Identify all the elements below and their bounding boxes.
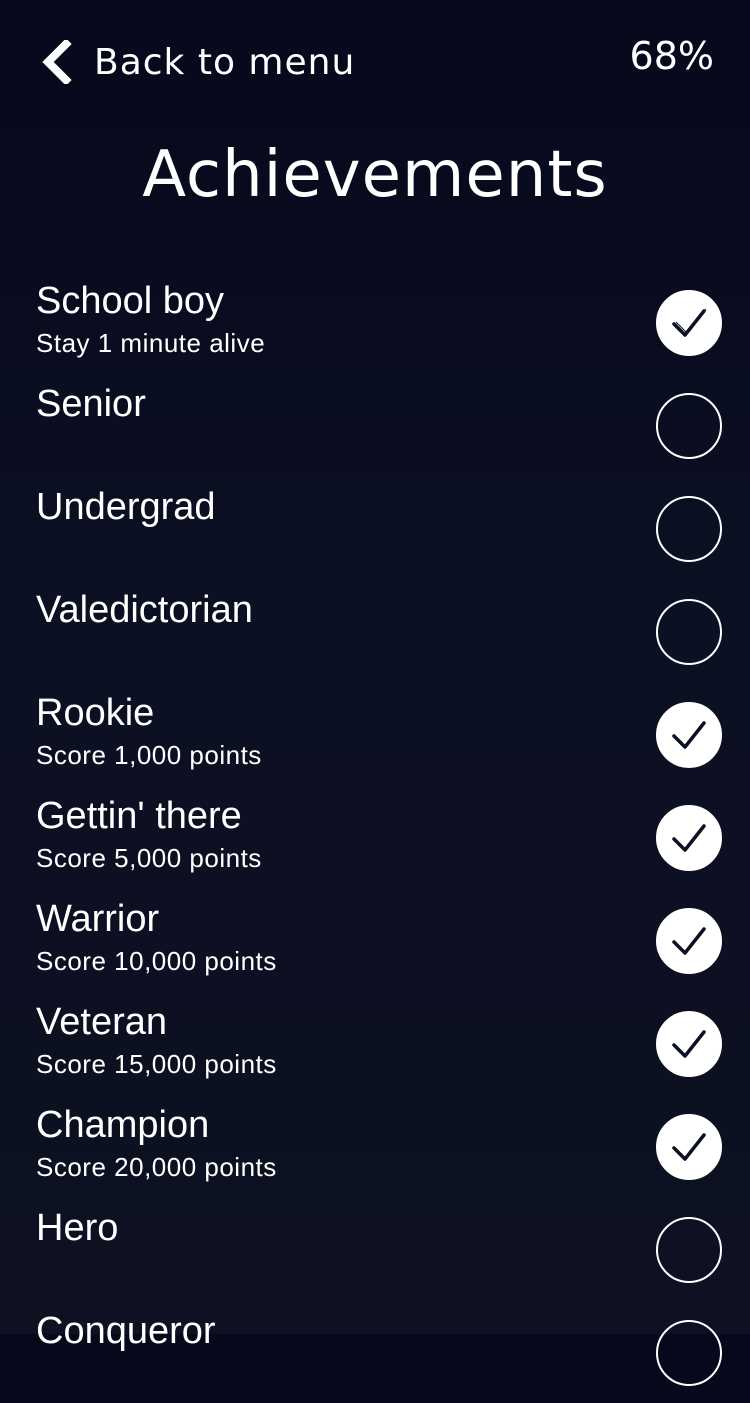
achievement-name: Gettin' there <box>36 795 242 837</box>
achievement-description: Score 15,000 points <box>36 1049 277 1079</box>
achievement-item: Conqueror <box>0 1300 750 1403</box>
checkmark-icon <box>672 927 706 955</box>
achievement-name: School boy <box>36 280 225 322</box>
achievement-name: Champion <box>36 1104 210 1146</box>
achievement-item: Senior <box>0 373 750 476</box>
page-title: Achievements <box>142 138 608 212</box>
achievement-item: Gettin' there Score 5,000 points <box>0 785 750 888</box>
achievement-item: Warrior Score 10,000 points <box>0 888 750 991</box>
achievement-status-icon <box>656 496 722 562</box>
checkmark-icon <box>672 824 706 852</box>
achievement-item: Hero <box>0 1197 750 1300</box>
achievement-status-icon <box>656 393 722 459</box>
achievement-status-icon <box>656 1217 722 1283</box>
achievement-name: Conqueror <box>36 1310 216 1352</box>
achievement-status-icon <box>656 805 722 871</box>
achievement-list: School boy Stay 1 minute alive Senior Un… <box>0 270 750 1403</box>
achievement-description: Score 10,000 points <box>36 946 277 976</box>
achievement-name: Hero <box>36 1207 119 1249</box>
achievement-item: School boy Stay 1 minute alive <box>0 270 750 373</box>
achievement-item: Undergrad <box>0 476 750 579</box>
achievement-status-icon <box>656 290 722 356</box>
achievement-item: Veteran Score 15,000 points <box>0 991 750 1094</box>
achievement-status-icon <box>656 599 722 665</box>
top-bar: Back to menu 68% <box>0 0 750 120</box>
checkmark-icon <box>672 1133 706 1161</box>
chevron-left-icon <box>38 40 78 84</box>
achievement-status-icon <box>656 702 722 768</box>
completion-percent: 68% <box>629 34 714 78</box>
achievement-status-icon <box>656 1114 722 1180</box>
achievement-status-icon <box>656 1011 722 1077</box>
checkmark-icon <box>672 308 707 337</box>
achievement-description: Score 5,000 points <box>36 843 262 873</box>
achievement-status-icon <box>656 1320 722 1386</box>
achievement-item: Champion Score 20,000 points <box>0 1094 750 1197</box>
back-to-menu-label: Back to menu <box>94 41 356 83</box>
achievement-description: Score 20,000 points <box>36 1152 277 1182</box>
achievement-name: Warrior <box>36 898 160 940</box>
checkmark-icon <box>672 1030 706 1058</box>
achievement-name: Veteran <box>36 1001 167 1043</box>
achievement-name: Valedictorian <box>36 589 253 631</box>
achievement-description: Stay 1 minute alive <box>36 328 266 358</box>
achievement-description: Score 1,000 points <box>36 740 262 770</box>
achievement-item: Rookie Score 1,000 points <box>0 682 750 785</box>
back-to-menu-button[interactable]: Back to menu <box>38 36 355 88</box>
checkmark-icon <box>672 721 706 749</box>
achievement-name: Undergrad <box>36 486 216 528</box>
achievement-status-icon <box>656 908 722 974</box>
achievement-item: Valedictorian <box>0 579 750 682</box>
achievement-name: Rookie <box>36 692 155 734</box>
achievement-name: Senior <box>36 383 146 425</box>
